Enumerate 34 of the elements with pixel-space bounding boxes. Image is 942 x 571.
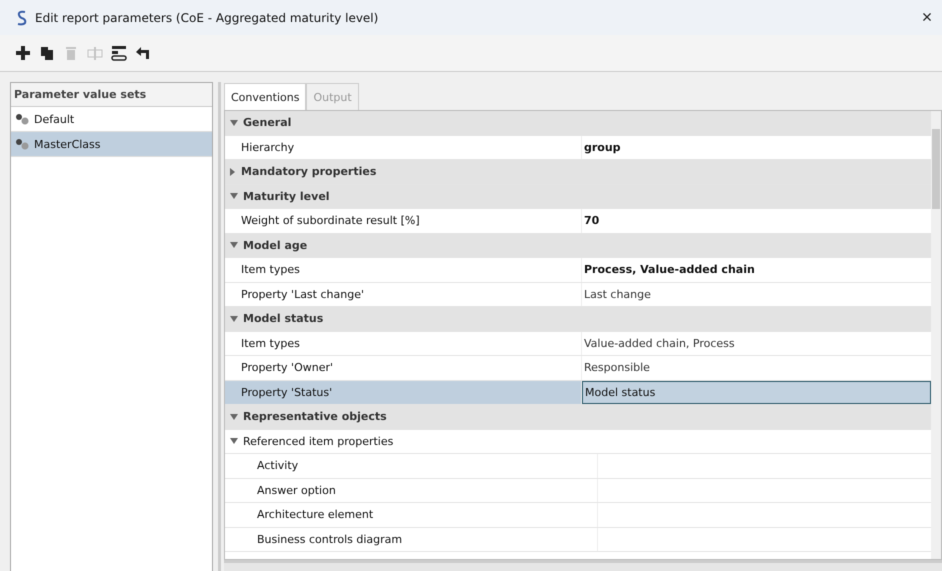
property-name: Property 'Status' (225, 380, 582, 404)
scrollbar[interactable] (931, 111, 941, 559)
property-name: Property 'Owner' (225, 356, 582, 380)
property-name: Property 'Last change' (225, 282, 582, 306)
layout-icon[interactable] (109, 43, 128, 63)
group-header[interactable]: Maturity level (225, 184, 931, 209)
property-group-row[interactable]: Referenced item properties (225, 430, 931, 454)
property-name: Activity (225, 454, 598, 478)
group-header[interactable]: General (225, 111, 931, 136)
property-name: Item types (225, 258, 582, 282)
property-name: Hierarchy (225, 136, 582, 159)
panel-header: Parameter value sets (11, 83, 212, 107)
property-value[interactable]: Last change (582, 282, 931, 306)
group-header[interactable]: Representative objects (225, 405, 931, 430)
group-header[interactable]: Model status (225, 307, 931, 332)
property-value[interactable]: Model status (582, 380, 931, 404)
app-logo-icon (17, 10, 27, 26)
group-header[interactable]: Mandatory properties (225, 160, 931, 184)
property-name: Business controls diagram (225, 528, 598, 551)
parameter-set-item[interactable]: MasterClass (11, 132, 212, 157)
add-icon[interactable] (13, 43, 32, 63)
group-header[interactable]: Model age (225, 234, 931, 258)
property-value[interactable]: Responsible (582, 356, 931, 380)
property-name: Architecture element (225, 503, 598, 526)
property-name: Answer option (225, 478, 598, 502)
tab[interactable]: Conventions (224, 83, 306, 110)
property-name: Weight of subordinate result [%] (225, 209, 582, 232)
property-value[interactable]: 70 (582, 209, 931, 232)
property-value[interactable]: Value-added chain, Process (582, 332, 931, 355)
property-value[interactable]: group (582, 136, 931, 159)
property-name: Item types (225, 332, 582, 355)
property-value[interactable]: Process, Value-added chain (582, 258, 931, 282)
window-title: Edit report parameters (CoE - Aggregated maturity level) (35, 10, 380, 24)
close-button[interactable]: × (912, 2, 942, 32)
